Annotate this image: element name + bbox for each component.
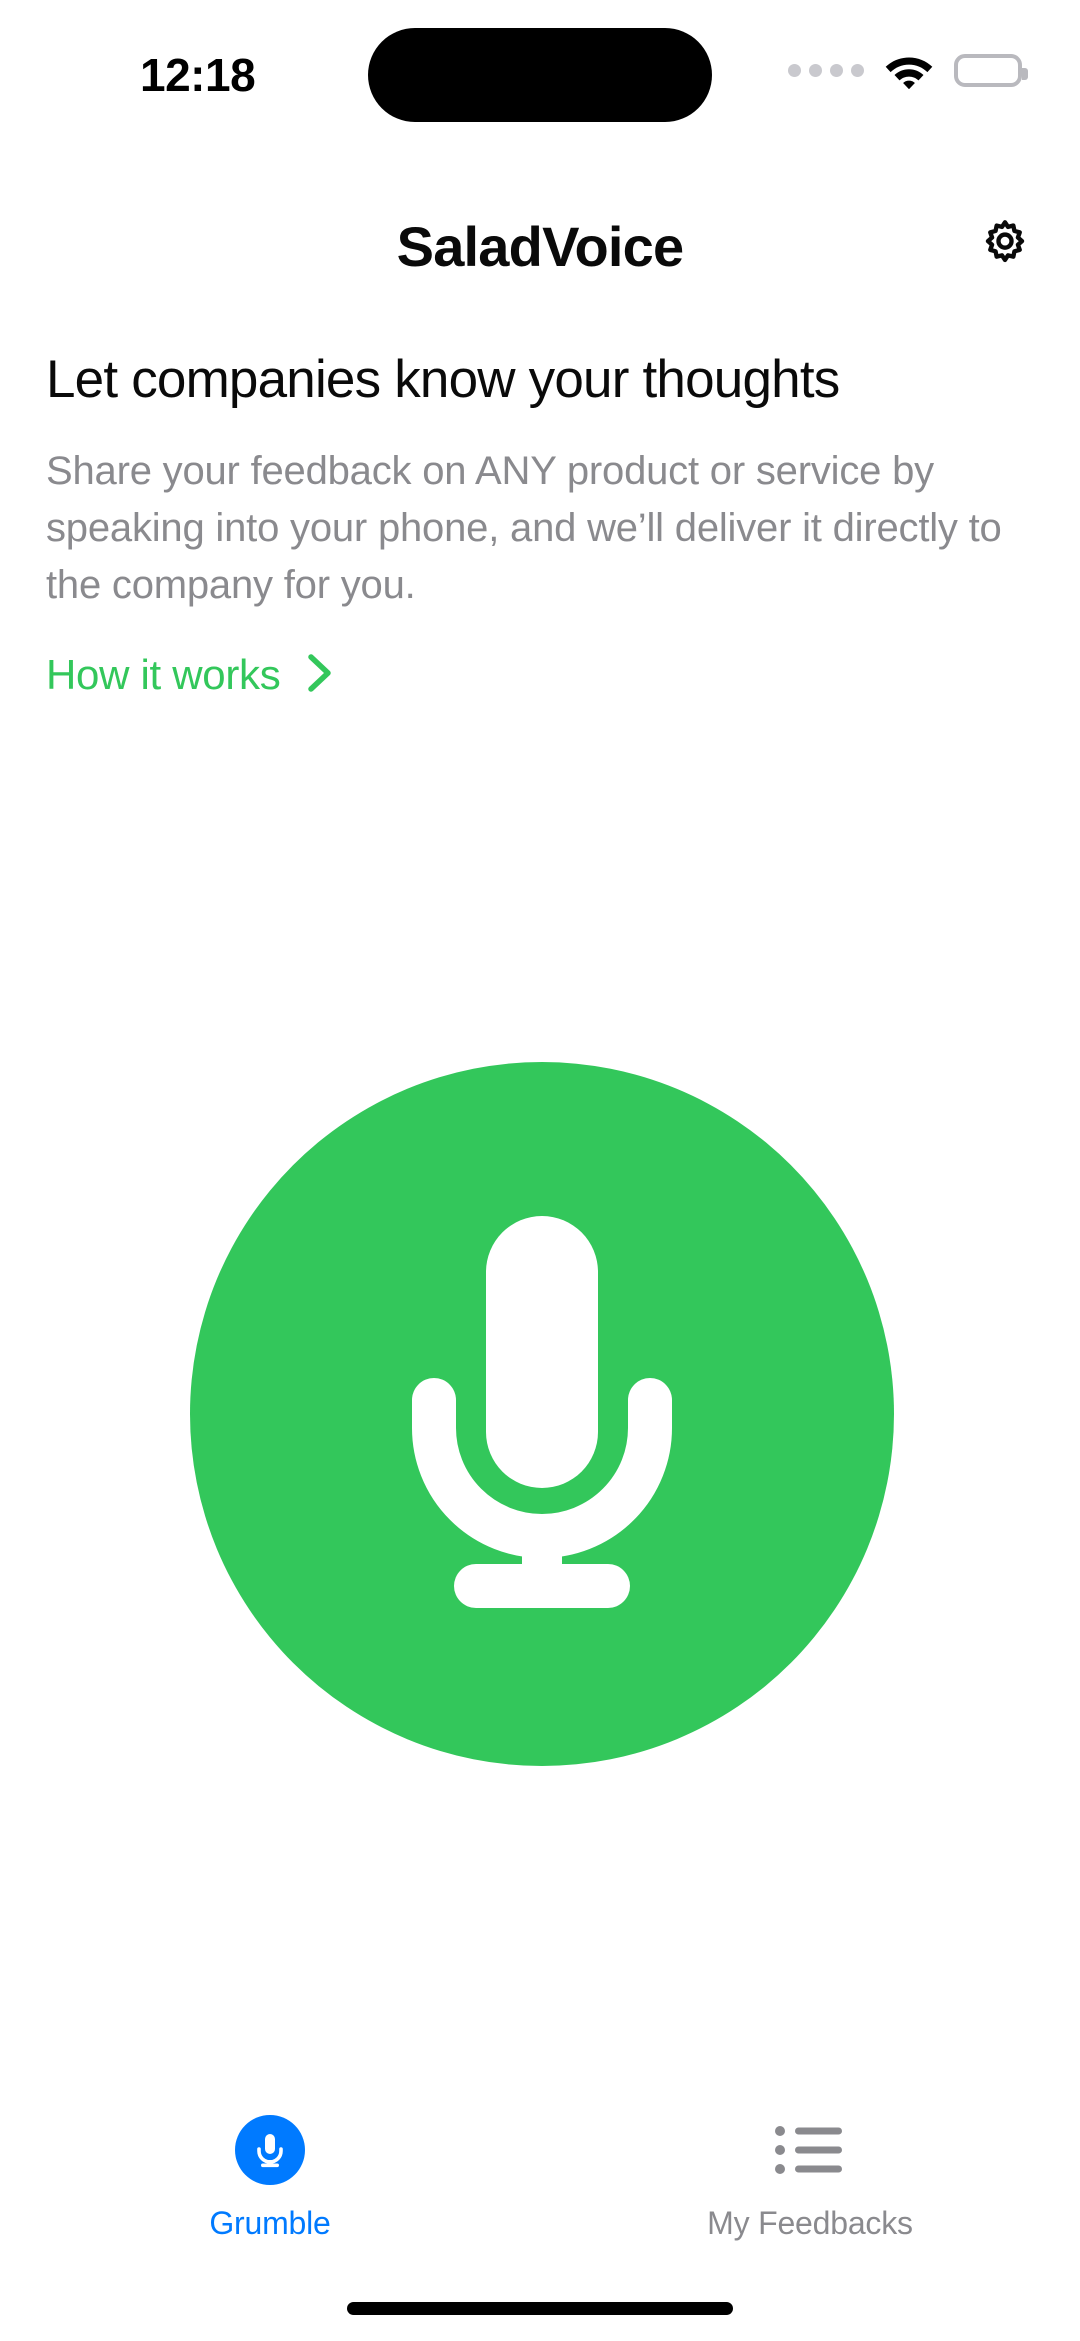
description-text: Share your feedback on ANY product or se… bbox=[46, 449, 1002, 607]
microphone-icon bbox=[235, 2115, 305, 2185]
battery-icon bbox=[954, 54, 1028, 87]
wifi-icon bbox=[884, 52, 934, 89]
app-header: SaladVoice bbox=[0, 190, 1080, 300]
how-it-works-link[interactable]: How it works bbox=[46, 650, 336, 701]
chevron-right-icon bbox=[302, 650, 336, 701]
tab-my-feedbacks-label: My Feedbacks bbox=[707, 2205, 913, 2241]
status-bar: 12:18 bbox=[0, 0, 1080, 140]
tab-grumble[interactable]: Grumble bbox=[0, 2071, 540, 2341]
record-button[interactable] bbox=[190, 1062, 894, 1766]
how-it-works-label: How it works bbox=[46, 651, 281, 699]
main-content: Let companies know your thoughts Share y… bbox=[46, 350, 1046, 701]
tab-grumble-icon-wrap bbox=[235, 2109, 305, 2191]
tab-grumble-label: Grumble bbox=[209, 2205, 331, 2241]
microphone-icon bbox=[362, 1192, 722, 1637]
phone-screen: 12:18 SaladVoice Let companies know your… bbox=[0, 0, 1080, 2341]
gear-icon bbox=[976, 216, 1034, 279]
status-bar-indicators bbox=[788, 52, 1028, 89]
page-title: SaladVoice bbox=[396, 215, 684, 278]
tab-bar: Grumble My Feedbacks bbox=[0, 2071, 1080, 2341]
headline: Let companies know your thoughts bbox=[46, 350, 840, 409]
home-indicator[interactable] bbox=[347, 2302, 733, 2315]
status-bar-time: 12:18 bbox=[140, 49, 256, 101]
list-icon bbox=[773, 2122, 847, 2178]
signal-dots-icon bbox=[788, 64, 864, 77]
dynamic-island bbox=[368, 28, 712, 122]
tab-my-feedbacks[interactable]: My Feedbacks bbox=[540, 2071, 1080, 2341]
tab-my-feedbacks-icon-wrap bbox=[773, 2109, 847, 2191]
settings-button[interactable] bbox=[974, 216, 1036, 278]
